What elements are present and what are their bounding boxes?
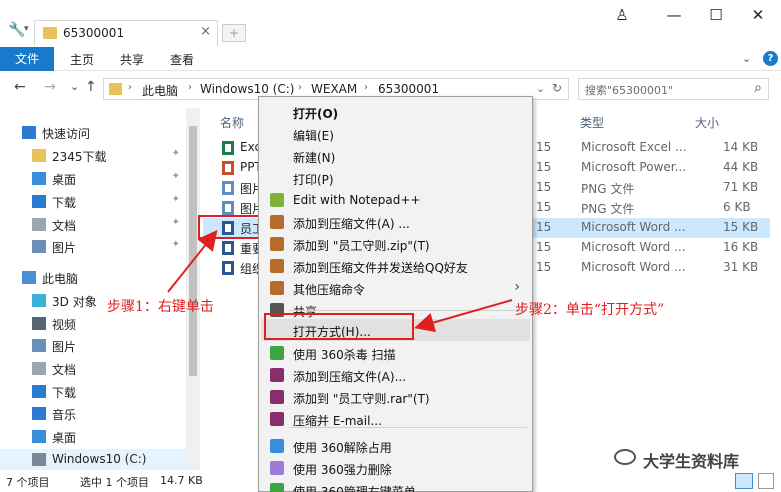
annotation-step2: 步骤2：单击“打开方式” (515, 302, 665, 318)
arrow-step2 (414, 299, 513, 333)
annotation-arrows (167, 229, 513, 333)
arrow-step1 (167, 229, 218, 293)
wechat-icon (614, 449, 636, 465)
file-explorer-window: 🔧 ▾ 65300001 × + ♙ — ☐ ✕ 文件 主页 共享 查看 ⌄ ?… (0, 0, 781, 492)
watermark-text: 大学生资料库 (643, 452, 740, 471)
annotation-step1: 步骤1：右键单击 (107, 299, 214, 315)
